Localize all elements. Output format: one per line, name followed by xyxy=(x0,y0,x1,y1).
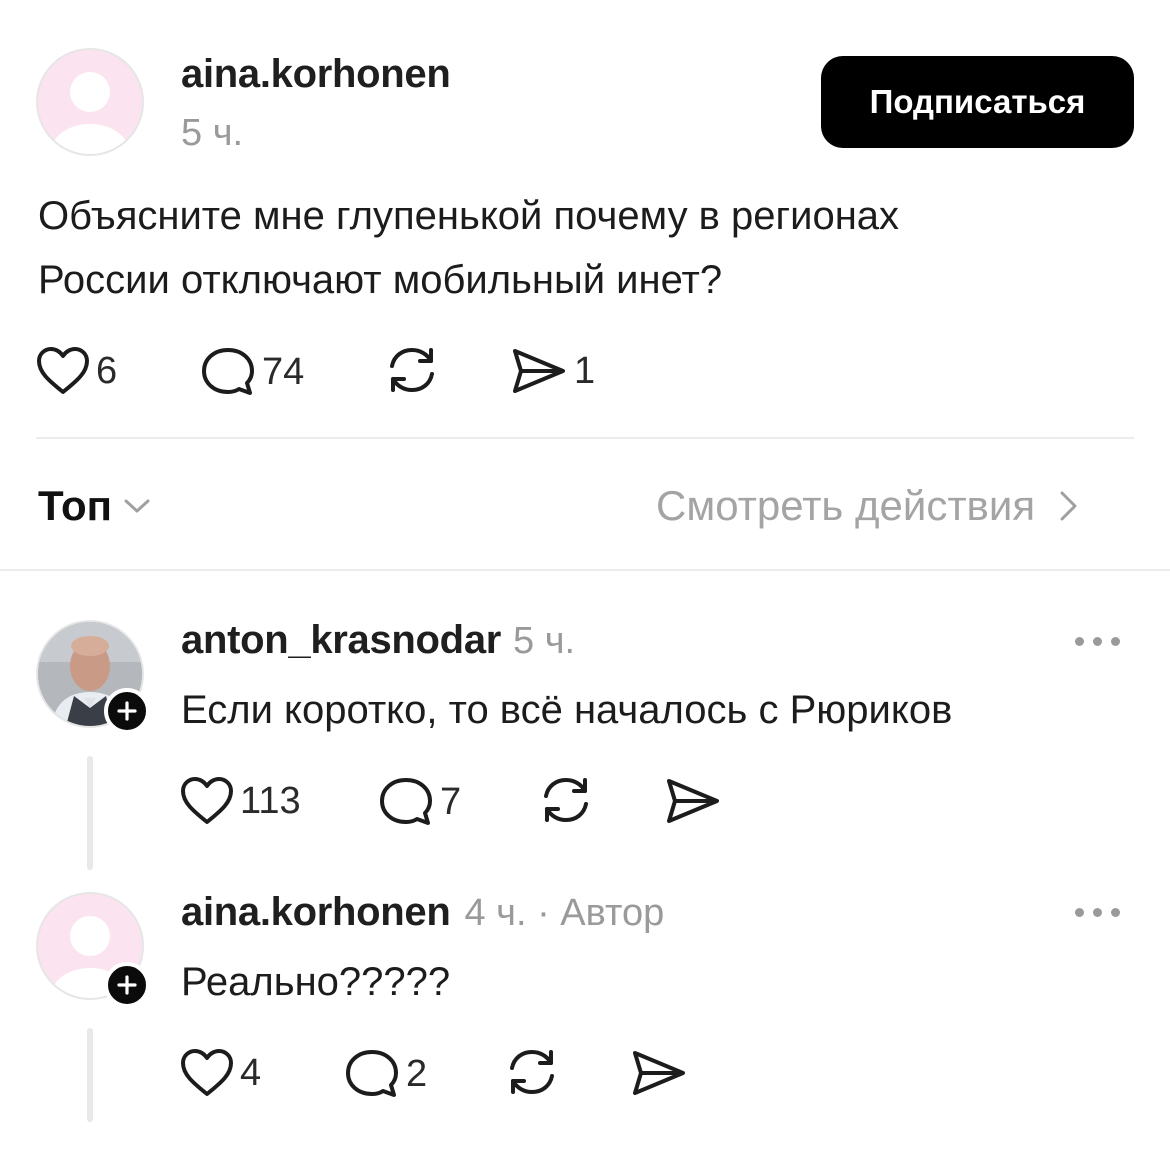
comment-icon xyxy=(346,1050,398,1097)
reply-header: anton_krasnodar 5 ч. xyxy=(181,618,575,663)
post-repost-button[interactable] xyxy=(384,344,440,396)
post-like-count: 6 xyxy=(96,349,118,392)
reply-username[interactable]: aina.korhonen xyxy=(181,890,451,935)
repost-icon xyxy=(544,777,588,823)
reply-like-button[interactable]: 4 xyxy=(180,1048,261,1098)
chevron-right-icon xyxy=(1060,491,1077,521)
repost-icon xyxy=(510,1049,554,1095)
reply-comment-count: 7 xyxy=(440,780,462,823)
send-icon xyxy=(633,1051,685,1095)
follow-reply-author-button[interactable] xyxy=(104,962,150,1008)
reply-header: aina.korhonen 4 ч. · Автор xyxy=(181,890,664,935)
post-timestamp: 5 ч. xyxy=(181,112,244,154)
reply-repost-button[interactable] xyxy=(538,774,594,826)
repost-icon xyxy=(390,347,434,393)
heart-icon xyxy=(181,777,233,824)
reply-like-count: 113 xyxy=(240,779,301,822)
comment-icon xyxy=(380,778,432,825)
heart-icon xyxy=(181,1049,233,1096)
post-send-button[interactable]: 1 xyxy=(510,346,595,396)
sort-dropdown[interactable]: Топ xyxy=(38,482,152,530)
reply-send-button[interactable] xyxy=(630,1048,688,1098)
post-comment-count: 74 xyxy=(262,350,305,393)
post-text: Объясните мне глупенькой почему в регион… xyxy=(38,184,1138,312)
post-author-avatar[interactable] xyxy=(36,48,144,156)
reply-like-button[interactable]: 113 xyxy=(180,776,301,826)
reply-like-count: 4 xyxy=(240,1051,262,1094)
reply-text: Реально????? xyxy=(181,960,451,1004)
sort-label: Топ xyxy=(38,482,113,529)
see-actions-link[interactable]: Смотреть действия xyxy=(656,482,1081,530)
follow-button[interactable]: Подписаться xyxy=(821,56,1134,148)
comment-icon xyxy=(202,348,254,395)
more-icon[interactable] xyxy=(1075,908,1120,917)
follow-reply-author-button[interactable] xyxy=(104,688,150,734)
reply-comment-count: 2 xyxy=(406,1052,428,1095)
thread-line xyxy=(87,1028,93,1122)
post-comment-button[interactable]: 74 xyxy=(200,346,304,398)
plus-icon xyxy=(117,701,137,721)
reply-timestamp: 5 ч. xyxy=(513,620,576,662)
reply-comment-button[interactable]: 7 xyxy=(378,776,461,828)
send-icon xyxy=(513,349,565,393)
reply-username[interactable]: anton_krasnodar xyxy=(181,618,501,663)
see-actions-label: Смотреть действия xyxy=(656,482,1036,529)
reply-timestamp: 4 ч. · Автор xyxy=(464,892,665,934)
plus-icon xyxy=(117,975,137,995)
reply-send-button[interactable] xyxy=(664,776,722,826)
section-divider xyxy=(0,569,1170,571)
post-text-line-1: Объясните мне глупенькой почему в регион… xyxy=(38,194,900,238)
more-icon[interactable] xyxy=(1075,637,1120,646)
post-text-line-2: России отключают мобильный инет? xyxy=(38,258,723,302)
post-author-username[interactable]: aina.korhonen xyxy=(181,52,451,97)
reply-text: Если коротко, то всё началось с Рюриков xyxy=(181,688,953,732)
chevron-down-icon xyxy=(124,499,150,513)
post-like-button[interactable]: 6 xyxy=(36,346,117,396)
reply-repost-button[interactable] xyxy=(504,1046,560,1098)
reply-comment-button[interactable]: 2 xyxy=(344,1048,427,1100)
heart-icon xyxy=(37,347,89,394)
thread-line xyxy=(87,756,93,870)
post-share-count: 1 xyxy=(574,349,596,392)
send-icon xyxy=(667,779,719,823)
post-divider xyxy=(36,437,1134,439)
